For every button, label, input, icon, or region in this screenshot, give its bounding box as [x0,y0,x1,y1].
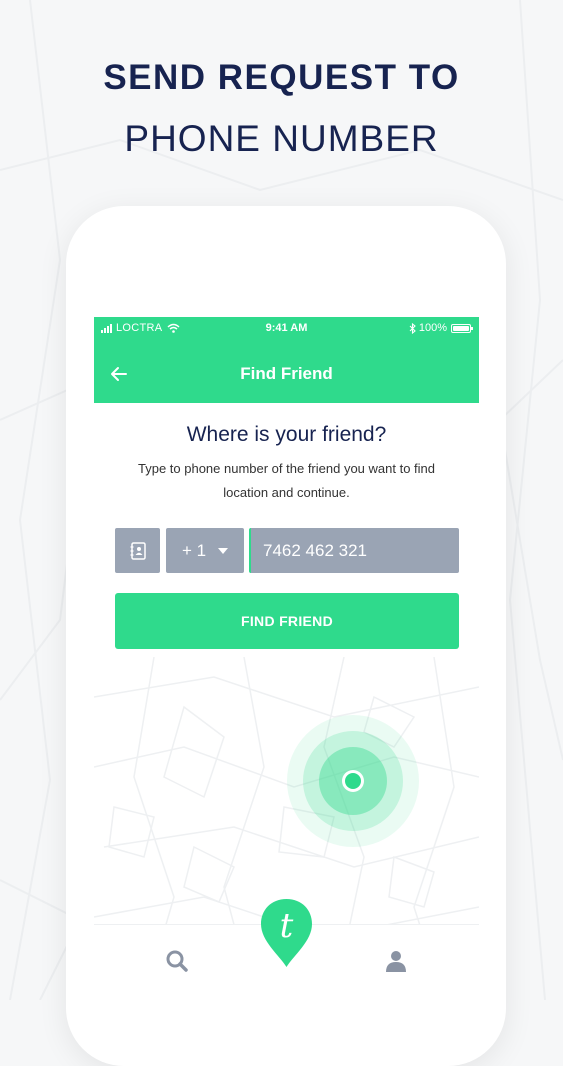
question-heading: Where is your friend? [186,423,387,446]
caret-down-icon [218,547,229,554]
home-logo-button[interactable]: t [259,897,314,969]
find-friend-button[interactable]: FIND FRIEND [115,593,459,649]
instruction-text: Type to phone number of the friend you w… [137,461,436,500]
bluetooth-icon [409,322,416,334]
contacts-button[interactable] [115,528,160,573]
phone-number-input[interactable] [249,528,459,573]
hero-title: SEND REQUEST TO [103,58,460,97]
status-bar: LOCTRA 9:41 AM 100% [94,317,479,339]
user-icon[interactable] [384,949,408,973]
battery-icon [451,323,473,333]
logo-letter: t [279,906,294,946]
app-header: LOCTRA 9:41 AM 100% Find Friend [94,317,479,403]
contact-book-icon [130,541,146,560]
page-title: Find Friend [240,364,333,383]
location-pulse-marker [287,715,419,847]
app-screen: LOCTRA 9:41 AM 100% Find Friend Where is… [94,317,479,1000]
country-code-value: + 1 [181,540,207,560]
search-icon[interactable] [164,948,190,974]
hero-subtitle: PHONE NUMBER [124,118,439,159]
country-code-select[interactable]: + 1 [166,528,244,573]
battery-percent: 100% [418,322,447,334]
